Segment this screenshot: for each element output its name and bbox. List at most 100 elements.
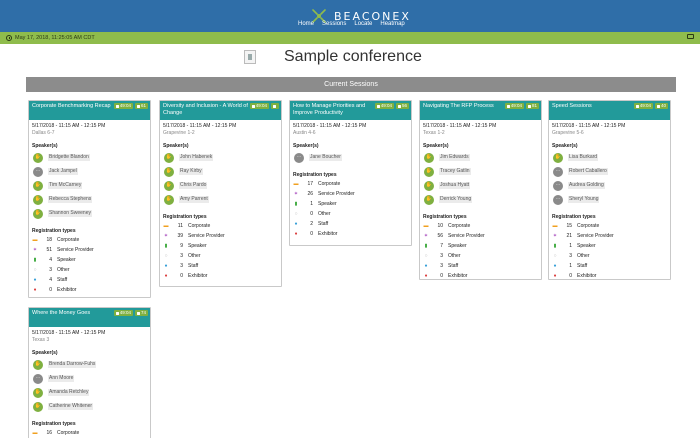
speaker-item[interactable]: ✋ Amy Parrent [163,193,278,206]
registration-type-icon: ✶ [163,232,169,239]
registration-type: Exhibitor [448,273,468,279]
thumbs-up-icon: ✋ [33,359,43,370]
session-card-header[interactable]: Speed Sessions 49:04 40 [549,101,670,120]
timer-icon [115,311,119,315]
registration-type: Other [577,253,590,259]
registration-type-icon: ▬ [163,222,169,229]
session-room: Dallas 6-7 [32,130,55,136]
session-card-header[interactable]: Navigating The RFP Process 49:04 81 [420,101,541,120]
nav-sessions[interactable]: Sessions [318,19,350,29]
speaker-item[interactable]: ✋ Chris Pardo [163,179,278,192]
registration-type-icon: ● [553,262,557,269]
attendee-icon [136,311,140,315]
registration-row: ♦ 0 Exhibitor [32,285,147,295]
speaker-item[interactable]: ⋯ Jane Boucher [293,151,408,164]
registration-type: Service Provider [57,247,94,253]
registration-count: 1 [310,201,313,207]
thumbs-up-icon: ✋ [33,152,43,163]
speaker-item[interactable]: ⋯ Sheryl Young [552,193,667,206]
speaker-item[interactable]: ✋ Jim Edwards [423,151,538,164]
speaker-item[interactable]: ⋯ Jack Jampel [32,165,147,178]
session-time: 5/17/2018 - 11:15 AM - 12:15 PM [163,123,237,129]
speaker-item[interactable]: ✋ Catherine Whitener [32,400,147,413]
nav-home[interactable]: Home [294,19,318,29]
session-card[interactable]: Corporate Benchmarking Recap 49:04 61 5/17/… [28,100,151,298]
registration-row: ○ 3 Other [163,251,278,261]
registration-type-icon: ▬ [423,222,429,229]
speaker-item[interactable]: ⋯ Robert Caballero [552,165,667,178]
session-card-header[interactable]: Diversity and Inclusion - A World of Cha… [160,101,281,120]
registration-type-icon: ● [33,276,37,283]
session-title: Where the Money Goes [32,310,91,316]
speaker-item[interactable]: ✋ Bridgette Blandon [32,151,147,164]
speakers-label: Speaker(s) [552,143,578,149]
speaker-name: Sheryl Young [568,196,600,203]
speaker-item[interactable]: ✋ Tim McCarney [32,179,147,192]
speaker-item[interactable]: ⋯ Audrea Golding [552,179,667,192]
speaker-item[interactable]: ✋ Amanda Retchley [32,386,147,399]
registration-type: Other [188,253,201,259]
nav-locate[interactable]: Locate [350,19,376,29]
chat-icon[interactable] [687,34,694,39]
speaker-name: Chris Pardo [179,182,208,189]
session-card-header[interactable]: Corporate Benchmarking Recap 49:04 61 [29,101,150,120]
speaker-name: Joshua Hyatt [439,182,471,189]
speaker-name: Catherine Whitener [48,403,94,410]
speaker-name: Amy Parrent [179,196,209,203]
session-title: Corporate Benchmarking Recap [32,103,111,109]
timer-icon [115,104,119,108]
more-icon: ⋯ [33,373,43,384]
registration-row: ✶ 21 Service Provider [552,231,667,241]
attendee-badge [271,103,279,109]
registration-type-icon: ○ [294,210,298,217]
registration-type: Speaker [318,201,337,207]
speaker-item[interactable]: ✋ Joshua Hyatt [423,179,538,192]
speaker-item[interactable]: ✋ Derrick Young [423,193,538,206]
attendee-badge-value: 40 [660,103,666,108]
session-card[interactable]: Diversity and Inclusion - A World of Cha… [159,100,282,287]
speaker-item[interactable]: ⋯ Ann Moore [32,372,147,385]
session-card[interactable]: Where the Money Goes 49:04 74 5/17/2018 - 1… [28,307,151,438]
speaker-item[interactable]: ✋ Ray Kirby [163,165,278,178]
registration-type-icon: ✶ [552,232,558,239]
registration-row: ▬ 18 Corporate [32,235,147,245]
speaker-item[interactable]: ✋ Lisa Burkard [552,151,667,164]
registration-row: ✶ 26 Service Provider [293,189,408,199]
registration-type: Speaker [57,257,76,263]
more-icon: ⋯ [553,194,563,205]
speaker-item[interactable]: ✋ Tracey Gatlin [423,165,538,178]
session-card-header[interactable]: Where the Money Goes 49:04 74 [29,308,150,327]
status-bar: May 17, 2018, 11:25:05 AM CDT [0,32,700,44]
registration-count: 3 [440,253,443,259]
speaker-name: Audrea Golding [568,182,605,189]
session-card-header[interactable]: How to Manage Priorities and Improve Pro… [290,101,411,120]
time-badge: 49:04 [504,103,524,109]
registration-type: Staff [448,263,459,269]
speaker-item[interactable]: ✋ John Habenek [163,151,278,164]
registration-count: 4 [49,277,52,283]
registration-type-icon: ✶ [32,246,38,253]
speaker-name: Shannon Sweeney [48,210,92,217]
thumbs-up-icon: ✋ [164,180,174,191]
registration-type: Exhibitor [318,231,338,237]
clock-icon [6,35,12,41]
speaker-item[interactable]: ✋ Brenda Darrow-Fuhs [32,358,147,371]
speaker-item[interactable]: ✋ Shannon Sweeney [32,207,147,220]
registration-type-icon: ● [294,220,298,227]
nav-heatmap[interactable]: Heatmap [376,19,408,29]
more-icon: ⋯ [33,166,43,177]
registration-types-label: Registration types [552,214,596,220]
session-card[interactable]: How to Manage Priorities and Improve Pro… [289,100,412,246]
registration-type-icon: ● [164,262,168,269]
speaker-item[interactable]: ✋ Rebecca Stephens [32,193,147,206]
more-icon: ⋯ [294,152,304,163]
attendee-icon [397,104,401,108]
registration-type: Service Provider [318,191,355,197]
speakers-label: Speaker(s) [32,350,58,356]
registration-row: ▮ 9 Speaker [163,241,278,251]
session-card[interactable]: Navigating The RFP Process 49:04 81 5/17/20… [419,100,542,280]
speaker-name: Tracey Gatlin [439,168,471,175]
thumbs-up-icon: ✋ [424,152,434,163]
speaker-name: Tim McCarney [48,182,83,189]
session-card[interactable]: Speed Sessions 49:04 40 5/17/2018 - 11:15 A… [548,100,671,280]
